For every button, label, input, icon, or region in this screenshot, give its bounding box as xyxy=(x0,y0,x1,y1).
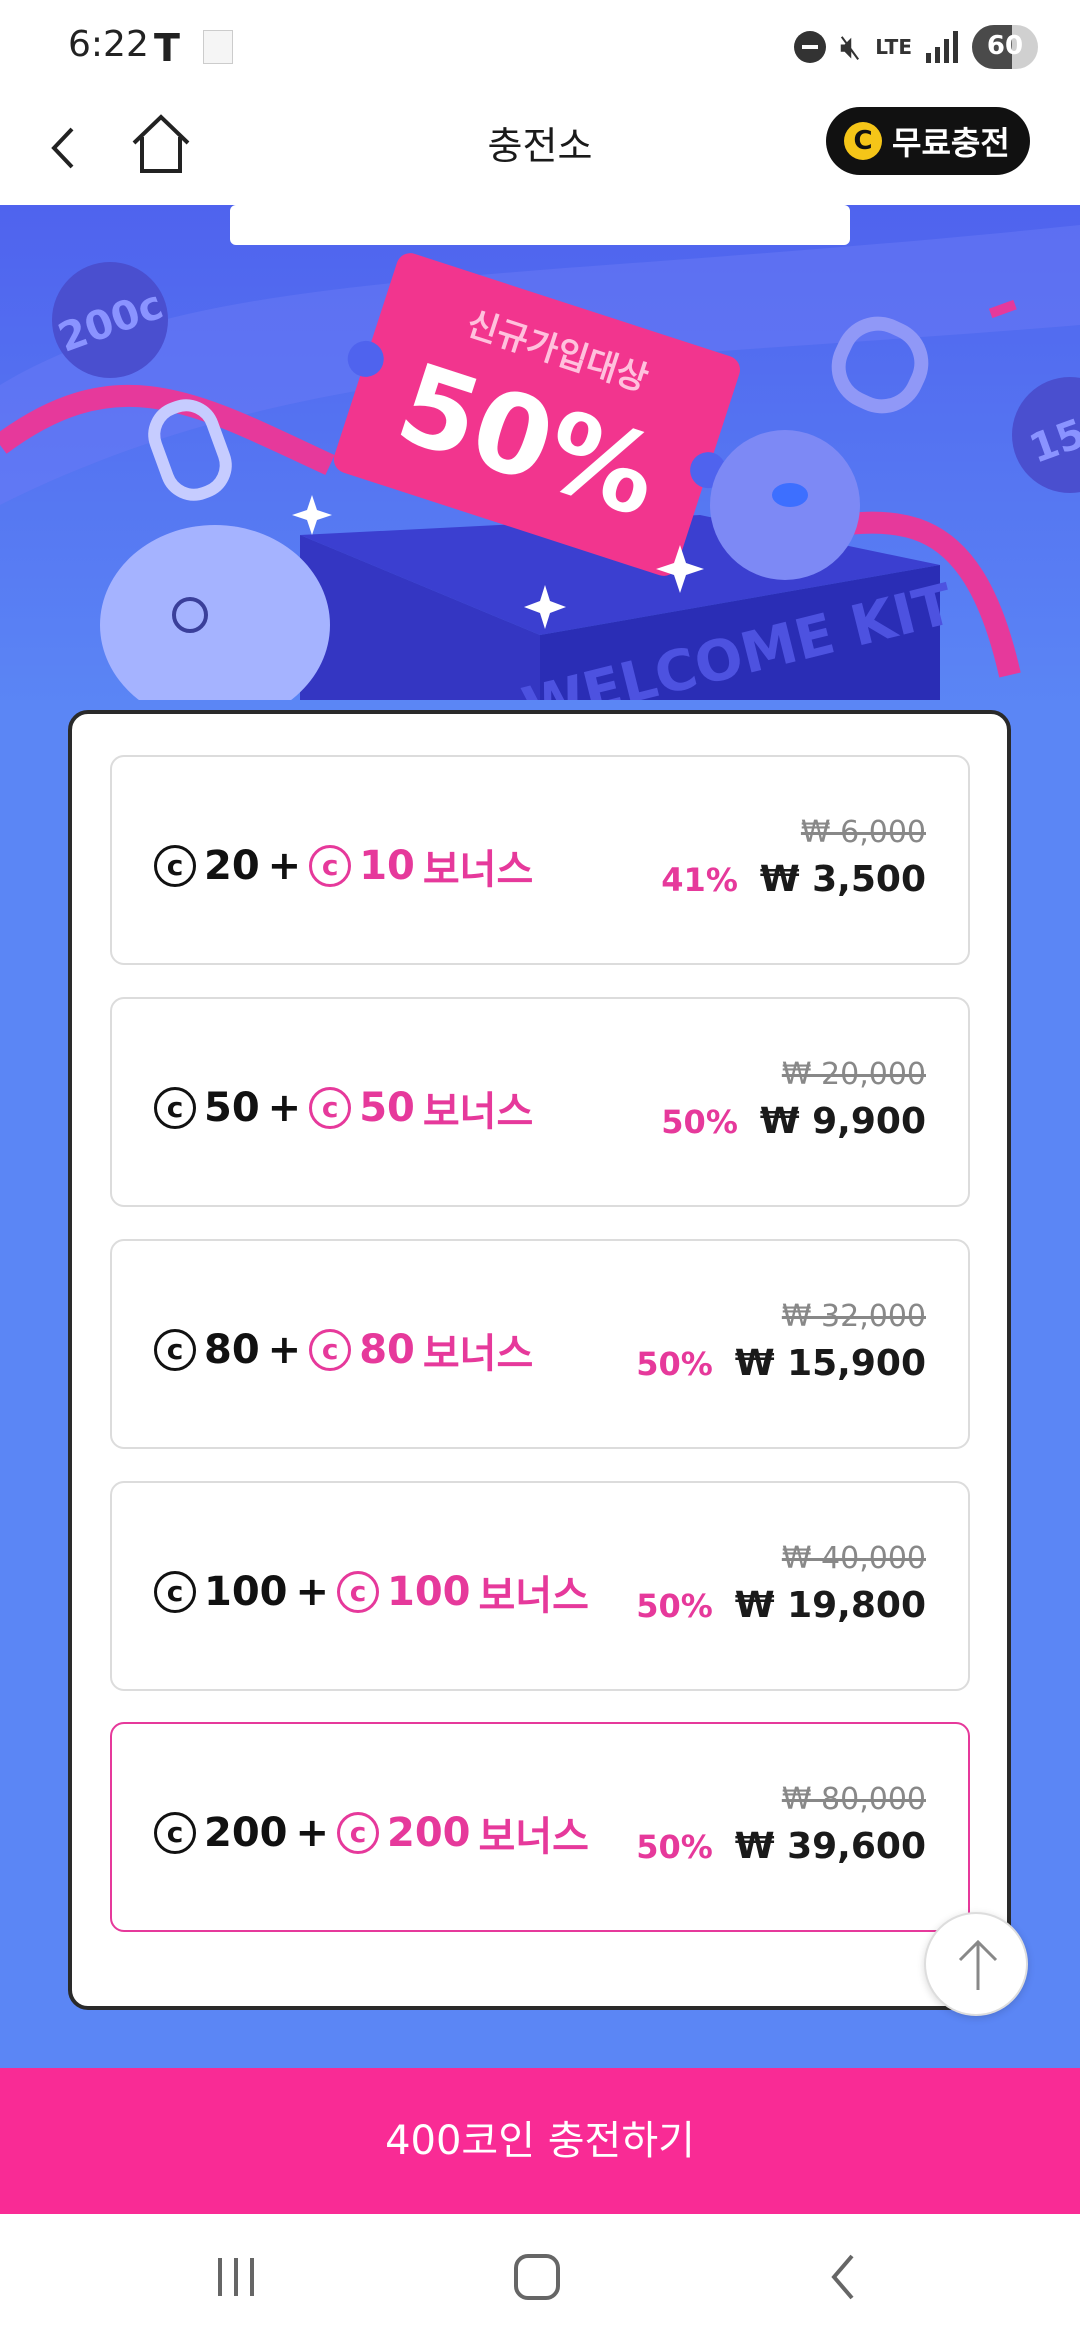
option-label: c 100 + c 100 보너스 xyxy=(154,1563,589,1621)
option-bonus: 80 xyxy=(359,1327,415,1373)
coin-symbol-icon: c xyxy=(154,845,196,887)
scroll-to-top-button[interactable] xyxy=(924,1912,1028,2016)
price-row: 41% ₩ 3,500 xyxy=(661,859,926,900)
discount-rate: 50% xyxy=(661,1103,738,1141)
charge-option-80[interactable]: c 80 + c 80 보너스 ₩ 32,000 50% ₩ 15,900 xyxy=(110,1239,970,1449)
coin-symbol-icon: c xyxy=(154,1571,196,1613)
system-nav-bar xyxy=(0,2214,1080,2340)
discount-rate: 50% xyxy=(636,1828,713,1866)
bonus-coin-symbol-icon: c xyxy=(309,1087,352,1129)
lte-icon: LTE xyxy=(875,35,912,59)
sale-price: ₩ 15,900 xyxy=(734,1343,926,1384)
sale-price: ₩ 19,800 xyxy=(734,1585,926,1626)
nav-home-icon xyxy=(514,2254,560,2300)
charge-option-100[interactable]: c 100 + c 100 보너스 ₩ 40,000 50% ₩ 19,800 xyxy=(110,1481,970,1691)
option-bonus-label: 보너스 xyxy=(478,1814,589,1860)
free-charge-label: 무료충전 xyxy=(892,124,1010,162)
coin-symbol-icon: c xyxy=(154,1812,196,1854)
charge-option-50[interactable]: c 50 + c 50 보너스 ₩ 20,000 50% ₩ 9,900 xyxy=(110,997,970,1207)
signal-icon xyxy=(926,31,958,63)
plus-sign: + xyxy=(267,1085,302,1131)
option-bonus-label: 보너스 xyxy=(422,847,534,893)
option-coins: 200 xyxy=(204,1810,288,1856)
bonus-coin-symbol-icon: c xyxy=(337,1571,380,1613)
option-bonus-label: 보너스 xyxy=(478,1573,589,1619)
bonus-coin-symbol-icon: c xyxy=(309,1329,352,1371)
price-row: 50% ₩ 15,900 xyxy=(636,1343,926,1384)
battery-icon: 60 xyxy=(972,25,1038,69)
dnd-icon xyxy=(793,31,826,63)
status-bar: 6:22 T 🔇︎ LTE 60 xyxy=(0,0,1080,95)
option-coins: 80 xyxy=(204,1327,260,1373)
option-bonus: 50 xyxy=(359,1085,415,1131)
original-price: ₩ 6,000 xyxy=(800,815,926,850)
sale-price: ₩ 39,600 xyxy=(734,1826,926,1867)
promo-banner: 200c 150 85c WELCOME KIT 신규가입대상 50% xyxy=(0,205,1080,715)
option-bonus-label: 보너스 xyxy=(422,1089,534,1135)
coin-icon: C xyxy=(844,122,882,160)
option-bonus: 200 xyxy=(387,1810,471,1856)
plus-sign: + xyxy=(267,843,302,889)
discount-rate: 41% xyxy=(661,861,738,899)
nav-bar-icons xyxy=(218,2254,854,2300)
status-time: 6:22 xyxy=(68,24,149,65)
carrier-icon: T xyxy=(154,26,180,70)
original-price: ₩ 80,000 xyxy=(781,1782,926,1817)
charge-screen: 6:22 T 🔇︎ LTE 60 충전소 C 무료충전 200c 150 WEL… xyxy=(0,0,1080,2340)
option-bonus: 100 xyxy=(387,1569,471,1615)
app-notification-icon xyxy=(203,30,233,64)
option-label: c 200 + c 200 보너스 xyxy=(154,1804,589,1862)
charge-option-200[interactable]: c 200 + c 200 보너스 ₩ 80,000 50% ₩ 39,600 xyxy=(110,1722,970,1932)
bonus-coin-symbol-icon: c xyxy=(337,1812,380,1854)
charge-cta-button[interactable]: 400코인 충전하기 xyxy=(0,2068,1080,2214)
option-bonus-label: 보너스 xyxy=(422,1331,534,1377)
battery-level: 60 xyxy=(986,31,1024,61)
status-icons: 🔇︎ LTE 60 xyxy=(793,22,1038,72)
nav-back-icon xyxy=(831,2254,854,2300)
plus-sign: + xyxy=(267,1327,302,1373)
option-coins: 100 xyxy=(204,1569,288,1615)
option-label: c 80 + c 80 보너스 xyxy=(154,1321,533,1379)
recents-icon xyxy=(218,2258,254,2296)
free-charge-button[interactable]: C 무료충전 xyxy=(826,107,1030,175)
original-price: ₩ 20,000 xyxy=(781,1057,926,1092)
original-price: ₩ 40,000 xyxy=(781,1541,926,1576)
promo-illustration: 200c 150 85c WELCOME KIT 신규가입대상 50% xyxy=(0,205,1080,715)
discount-rate: 50% xyxy=(636,1345,713,1383)
discount-rate: 50% xyxy=(636,1587,713,1625)
option-coins: 20 xyxy=(204,843,260,889)
option-label: c 50 + c 50 보너스 xyxy=(154,1079,533,1137)
arrow-up-icon xyxy=(958,1939,998,1990)
sale-price: ₩ 3,500 xyxy=(759,859,926,900)
price-row: 50% ₩ 19,800 xyxy=(636,1585,926,1626)
coin-symbol-icon: c xyxy=(154,1329,196,1371)
sale-price: ₩ 9,900 xyxy=(759,1101,926,1142)
price-row: 50% ₩ 9,900 xyxy=(661,1101,926,1142)
top-app-bar: 충전소 C 무료충전 xyxy=(0,95,1080,205)
bonus-coin-symbol-icon: c xyxy=(309,845,352,887)
mute-icon: 🔇︎ xyxy=(839,27,862,67)
charge-option-20[interactable]: c 20 + c 10 보너스 ₩ 6,000 41% ₩ 3,500 xyxy=(110,755,970,965)
option-bonus: 10 xyxy=(359,843,415,889)
option-coins: 50 xyxy=(204,1085,260,1131)
plus-sign: + xyxy=(295,1569,330,1615)
plus-sign: + xyxy=(295,1810,330,1856)
original-price: ₩ 32,000 xyxy=(781,1299,926,1334)
option-label: c 20 + c 10 보너스 xyxy=(154,837,533,895)
price-row: 50% ₩ 39,600 xyxy=(636,1826,926,1867)
coin-symbol-icon: c xyxy=(154,1087,196,1129)
